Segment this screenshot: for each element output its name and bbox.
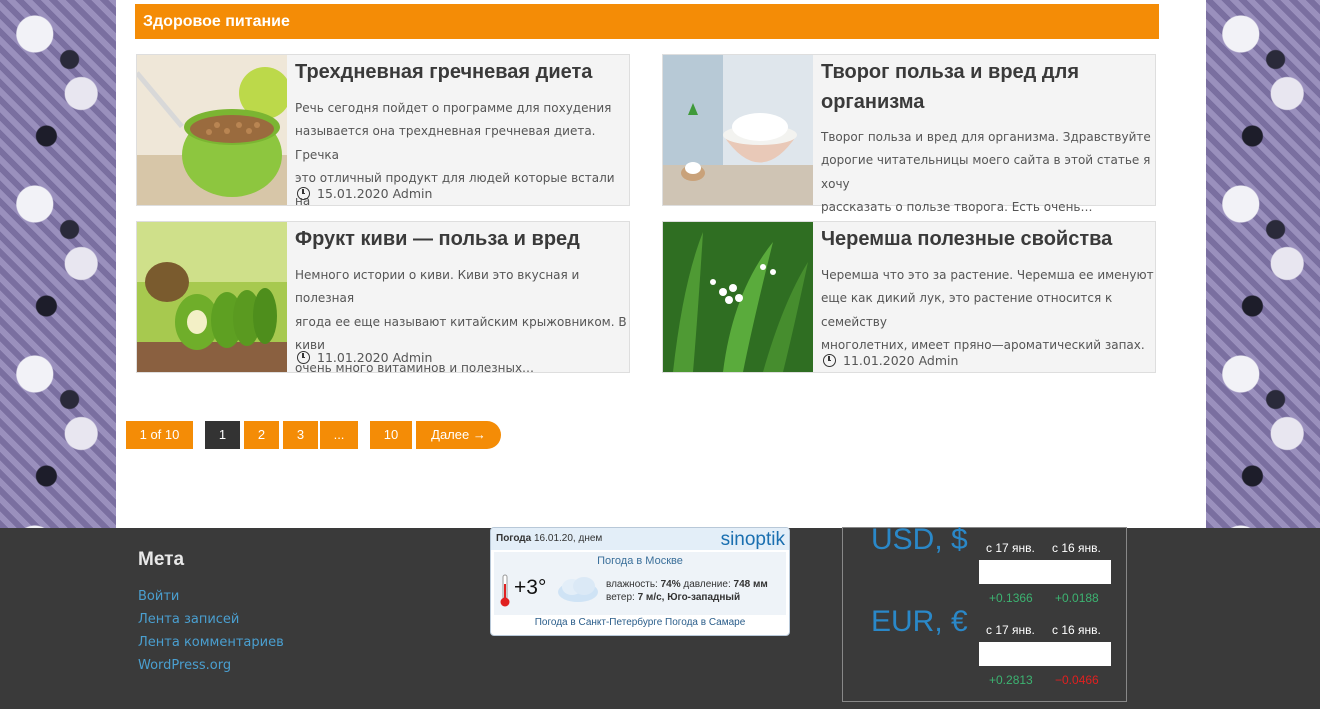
post-card[interactable]: Творог польза и вред для организма Творо… [662,54,1156,214]
post-author[interactable]: Admin [393,186,433,201]
eur-label: EUR, € [871,605,968,638]
meta-widget-title: Мета [138,549,185,570]
weather-header-date: 16.01.20, днем [534,533,603,544]
excerpt-line: называется она трехдневная гречневая дие… [295,124,596,162]
post-thumbnail-kiwi[interactable] [137,222,287,372]
post-author[interactable]: Admin [919,353,959,368]
post-excerpt: Черемша что это за растение. Черемша ее … [821,264,1155,357]
pressure-label: давление: [683,579,731,590]
wind-label: ветер: [606,592,635,603]
post-date: 11.01.2020 [317,350,389,365]
page-link[interactable]: 3 [283,421,318,449]
weather-header-label: Погода [496,533,532,544]
post-date: 15.01.2020 [317,186,389,201]
eur-change-1: +0.2813 [989,673,1033,687]
eur-rate-1: 68.5560 [979,642,1045,666]
meta-link-wordpress[interactable]: WordPress.org [138,658,231,673]
post-card[interactable]: Трехдневная гречневая диета Речь сегодня… [136,54,630,208]
page-link[interactable]: 2 [244,421,279,449]
weather-city-prefix: Погода в [597,555,643,567]
humidity-value: 74% [660,579,681,590]
currency-widget: USD, $ с 17 янв. с 16 янв. 61.5694 61.43… [842,523,1127,702]
usd-rate-1: 61.5694 [979,560,1045,584]
clock-icon [823,354,836,367]
excerpt-line: Немного истории о киви. Киви это вкусная… [295,268,580,306]
weather-widget[interactable]: Погода 16.01.20, днем sinoptik Погода в … [490,527,790,636]
post-author[interactable]: Admin [393,350,433,365]
usd-label: USD, $ [871,523,968,556]
post-date: 11.01.2020 [843,353,915,368]
pagination-summary: 1 of 10 [126,421,193,449]
wind-value: 7 м/с, Юго-западный [637,592,741,603]
main-content: Здоровое питание Трехдневная гречневая д… [116,0,1206,528]
meta-link-entries-feed[interactable]: Лента записей [138,612,239,627]
eur-date-1: с 17 янв. [986,623,1035,637]
excerpt-line: Речь сегодня пойдет о программе для поху… [295,101,612,115]
page-link-current[interactable]: 1 [205,421,240,449]
clock-icon [297,351,310,364]
weather-link-spb[interactable]: Погода в Санкт-Петербурге [535,617,663,628]
thermometer-icon [500,574,510,613]
usd-rate-2: 61.4328 [1045,560,1111,584]
humidity-label: влажность: [606,579,658,590]
clock-icon [297,187,310,200]
post-thumbnail-cottage-cheese[interactable] [663,55,813,205]
post-thumbnail-wild-garlic[interactable] [663,222,813,372]
usd-change-1: +0.1366 [989,591,1033,605]
page-link[interactable]: 10 [370,421,412,449]
weather-body: Погода в Москве +3° влажность: 74% давле… [494,552,786,615]
post-thumbnail-buckwheat[interactable] [137,55,287,205]
excerpt-line: Творог польза и вред для организма. Здра… [821,130,1151,144]
excerpt-line: еще как дикий лук, это растение относитс… [821,291,1113,329]
post-meta: 11.01.2020 Admin [823,353,958,368]
weather-city-name: Москве [645,555,683,567]
meta-link-comments-feed[interactable]: Лента комментариев [138,635,284,650]
eur-change-2: −0.0466 [1055,673,1099,687]
post-title[interactable]: Творог польза и вред для организма [821,57,1147,117]
usd-date-1: с 17 янв. [986,541,1035,555]
post-title[interactable]: Фрукт киви — польза и вред [295,224,621,254]
background-pattern-right [1206,0,1320,528]
excerpt-line: рассказать о пользе творога. Есть очень… [821,199,1093,214]
next-page-button[interactable]: Далее → [416,421,501,449]
post-meta: 15.01.2020 Admin [297,186,432,201]
pressure-value: 748 мм [733,579,768,590]
section-title: Здоровое питание [135,4,1159,39]
post-card[interactable]: Черемша полезные свойства Черемша что эт… [662,221,1156,373]
weather-temperature: +3° [514,576,547,599]
background-pattern-left [0,0,116,528]
post-excerpt: Творог польза и вред для организма. Здра… [821,126,1155,219]
weather-city[interactable]: Погода в Москве [494,555,786,567]
sinoptik-logo[interactable]: sinoptik [721,529,785,551]
eur-rate-2: 68.2747 [1045,642,1111,666]
post-title[interactable]: Черемша полезные свойства [821,224,1147,254]
post-title[interactable]: Трехдневная гречневая диета [295,57,621,87]
usd-change-2: +0.0188 [1055,591,1099,605]
weather-link-samara[interactable]: Погода в Самаре [665,617,745,628]
excerpt-line: дорогие читательницы моего сайта в этой … [821,153,1151,191]
post-card[interactable]: Фрукт киви — польза и вред Немного истор… [136,221,630,375]
meta-link-login[interactable]: Войти [138,589,179,604]
usd-date-2: с 16 янв. [1052,541,1101,555]
excerpt-line: Черемша что это за растение. Черемша ее … [821,268,1154,282]
page-ellipsis: ... [320,421,358,449]
cloud-icon [556,574,600,609]
post-meta: 11.01.2020 Admin [297,350,432,365]
weather-details: влажность: 74% давление: 748 мм ветер: 7… [606,578,768,604]
weather-footer: Погода в Санкт-Петербурге Погода в Самар… [491,617,789,628]
eur-date-2: с 16 янв. [1052,623,1101,637]
